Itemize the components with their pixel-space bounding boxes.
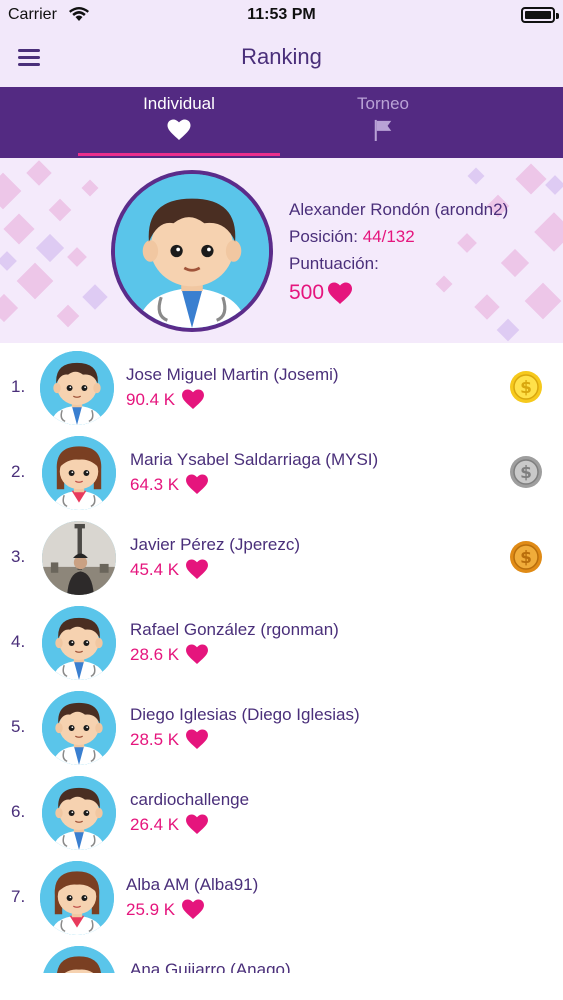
bronze-coin-icon: $ [510,541,542,573]
user-name: Alba AM (Alba91) [126,875,259,894]
user-points: 64.3 K [130,474,209,495]
rank-number: 2. [11,462,26,481]
tab-torneo[interactable]: Torneo [282,87,484,158]
battery-icon [521,7,559,23]
avatar [42,606,116,680]
points-value: 64.3 K [130,474,180,494]
profile-header: Alexander Rondón (arondn2) Posición: 44/… [0,158,563,343]
navigation-bar: Ranking [0,30,563,87]
heart-icon [185,729,209,750]
ranking-row[interactable]: 1. Jose Miguel Martin (Josemi) 90.4 K $ [0,343,563,428]
avatar [42,691,116,765]
tab-bar: Individual Torneo [0,87,563,158]
ranking-row[interactable]: 3. Javier Pérez (Jperezc) 45.4 K $ [0,513,563,598]
heart-icon [327,282,353,305]
avatar [42,946,116,973]
heart-icon [185,644,209,665]
user-points: 28.6 K [130,644,209,665]
ranking-list[interactable]: 1. Jose Miguel Martin (Josemi) 90.4 K $ … [0,343,563,973]
user-name: Jose Miguel Martin (Josemi) [126,365,339,384]
flag-icon [374,119,392,141]
user-name: Diego Iglesias (Diego Iglesias) [130,705,360,724]
points-value: 45.4 K [130,559,180,579]
ranking-row[interactable]: 2. Maria Ysabel Saldarriaga (MYSI) 64.3 … [0,428,563,513]
ranking-row[interactable]: 5. Diego Iglesias (Diego Iglesias) 28.5 … [0,683,563,768]
page-title: Ranking [241,44,322,69]
avatar [42,521,116,595]
user-points: 90.4 K [126,389,205,410]
points-value: 90.4 K [126,389,176,409]
points-value: 26.4 K [130,814,180,834]
points-value: 28.5 K [130,729,180,749]
user-name: Ana Guijarro (Anago) [130,960,291,973]
tab-torneo-label: Torneo [357,94,409,113]
svg-text:$: $ [520,548,532,568]
status-bar: Carrier 11:53 PM [0,0,563,30]
score-label: Puntuación: [289,254,379,273]
rank-number: 7. [11,887,26,906]
profile-position: Posición: 44/132 [289,223,508,250]
ranking-row[interactable]: Ana Guijarro (Anago) [0,938,563,973]
points-value: 25.9 K [126,899,176,919]
position-label: Posición: [289,227,358,246]
avatar [42,436,116,510]
heart-icon [185,814,209,835]
list-bottom-edge [0,973,563,1000]
gold-coin-icon: $ [510,371,542,403]
top-bar: Carrier 11:53 PM Ranking [0,0,563,87]
avatar [42,776,116,850]
user-name: cardiochallenge [130,790,250,809]
position-value: 44/132 [362,227,415,246]
svg-text:$: $ [520,463,532,483]
profile-score: 500 [289,277,508,309]
user-name: Rafael González (rgonman) [130,620,339,639]
points-value: 28.6 K [130,644,180,664]
ranking-row[interactable]: 7. Alba AM (Alba91) 25.9 K [0,853,563,938]
rank-number: 4. [11,632,26,651]
rank-number: 5. [11,717,26,736]
ranking-row[interactable]: 6. cardiochallenge 26.4 K [0,768,563,853]
heart-icon [166,119,192,141]
svg-text:$: $ [520,378,532,398]
user-points: 25.9 K [126,899,205,920]
rank-number: 3. [11,547,26,566]
profile-avatar [111,170,273,332]
rank-number: 6. [11,802,26,821]
ranking-row[interactable]: 4. Rafael González (rgonman) 28.6 K [0,598,563,683]
score-value: 500 [289,281,325,304]
user-name: Javier Pérez (Jperezc) [130,535,301,554]
avatar [40,351,114,425]
tab-individual-label: Individual [143,94,215,113]
profile-info: Alexander Rondón (arondn2) Posición: 44/… [289,196,508,309]
rank-number: 1. [11,377,26,396]
avatar [40,861,114,935]
user-points: 45.4 K [130,559,209,580]
profile-name: Alexander Rondón (arondn2) [289,200,509,219]
heart-icon [181,899,205,920]
heart-icon [185,559,209,580]
heart-icon [185,474,209,495]
status-time: 11:53 PM [247,6,316,23]
user-points: 26.4 K [130,814,209,835]
tab-individual[interactable]: Individual [78,87,280,158]
silver-coin-icon: $ [510,456,542,488]
user-points: 28.5 K [130,729,209,750]
heart-icon [181,389,205,410]
selected-tab-indicator [78,153,280,156]
user-name: Maria Ysabel Saldarriaga (MYSI) [130,450,379,469]
